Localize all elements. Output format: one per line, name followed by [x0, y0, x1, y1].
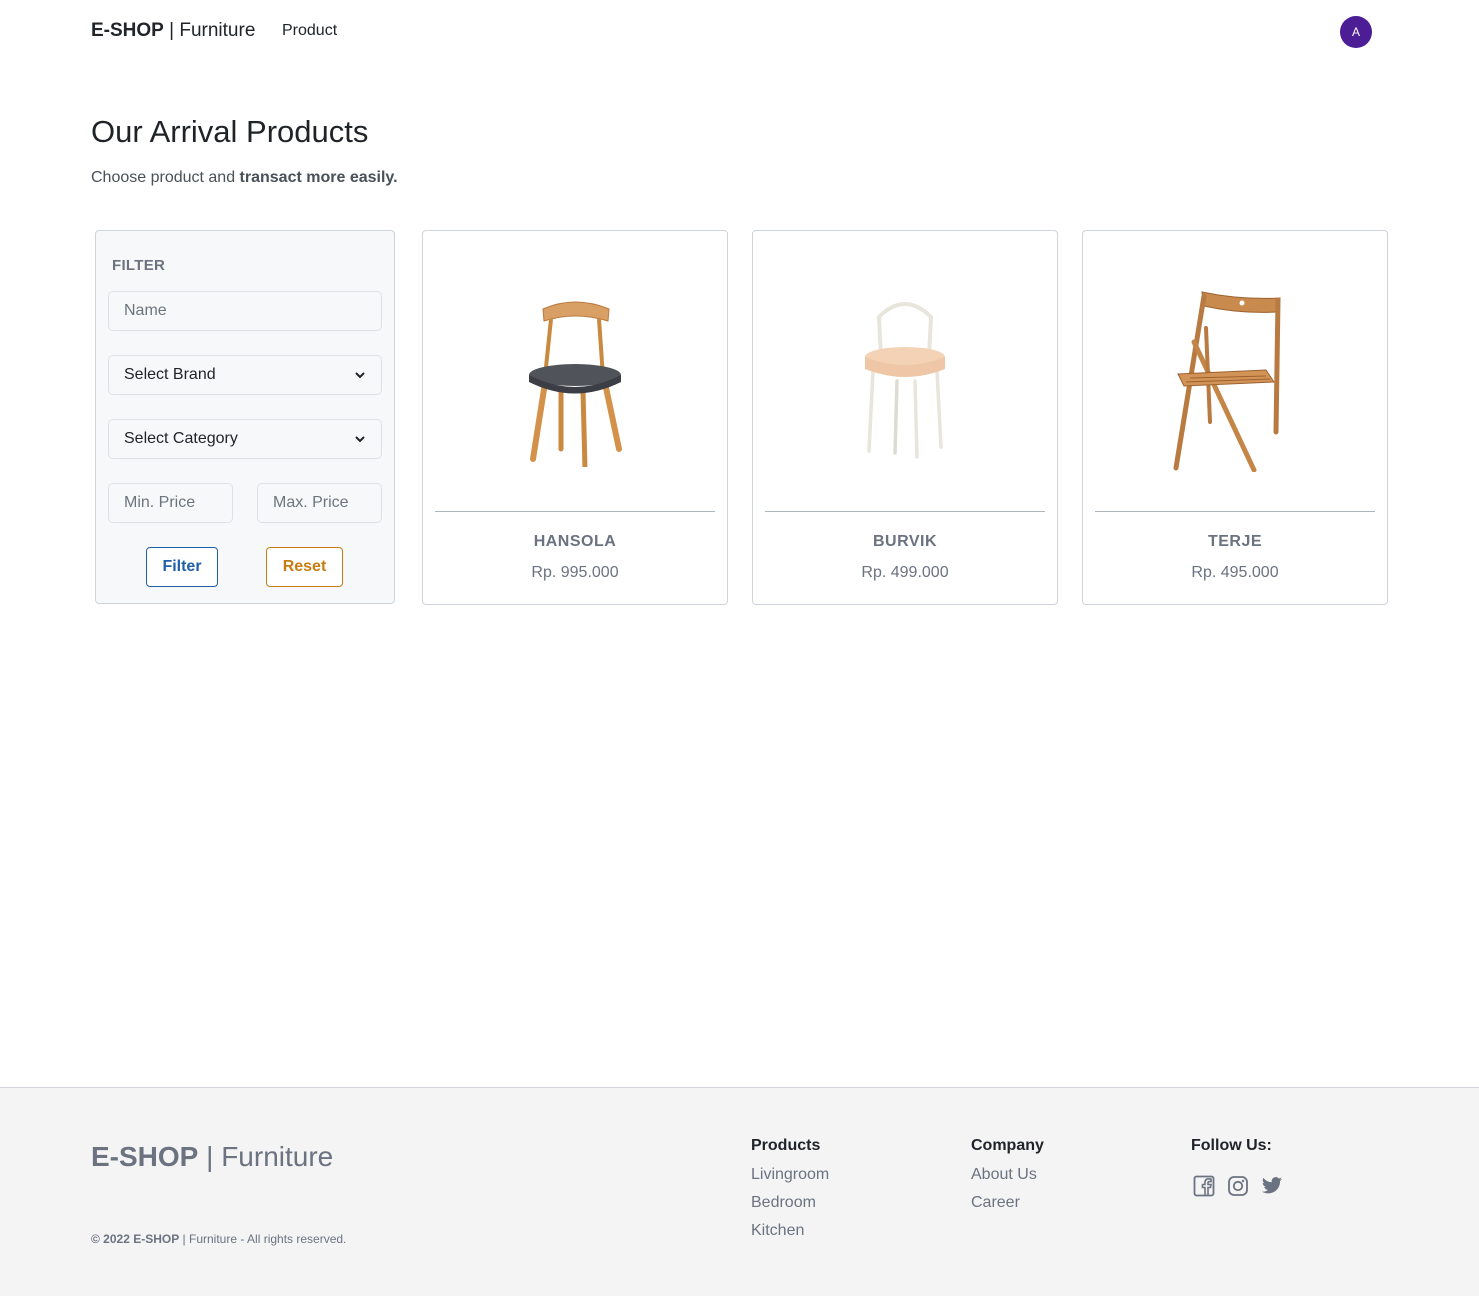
nav-link-product[interactable]: Product [282, 22, 337, 40]
twitter-icon[interactable] [1260, 1174, 1283, 1197]
footer: E-SHOP | Furniture © 2022 E-SHOP | Furni… [0, 1087, 1479, 1296]
category-select-value: Select Category [124, 430, 238, 447]
brand-tagline: | Furniture [163, 20, 256, 41]
brand-name: E-SHOP [91, 20, 164, 41]
footer-company-column: Company About Us Career [971, 1137, 1044, 1217]
product-image [765, 243, 1045, 511]
copyright-owner: © 2022 E-SHOP [91, 1232, 180, 1246]
footer-products-heading: Products [751, 1137, 821, 1154]
footer-follow-column: Follow Us: [1191, 1137, 1272, 1161]
footer-link-about-us[interactable]: About Us [971, 1161, 1044, 1189]
footer-brand-name: E-SHOP [91, 1141, 199, 1172]
facebook-icon[interactable] [1192, 1174, 1215, 1197]
filter-title: FILTER [112, 257, 166, 274]
product-name: BURVIK [872, 533, 938, 550]
footer-brand: E-SHOP | Furniture [91, 1141, 333, 1173]
product-price: Rp. 995.000 [531, 564, 619, 581]
footer-link-bedroom[interactable]: Bedroom [751, 1189, 829, 1217]
category-select[interactable]: Select Category [108, 419, 382, 459]
product-card-hansola[interactable]: HANSOLA Rp. 995.000 [422, 230, 728, 605]
user-avatar[interactable]: A [1340, 16, 1372, 48]
product-name: TERJE [1207, 533, 1263, 550]
filter-panel: FILTER Select Brand Select Category Filt… [95, 230, 395, 604]
card-divider [765, 511, 1045, 512]
footer-brand-tagline: | Furniture [198, 1141, 334, 1172]
max-price-input[interactable] [257, 483, 382, 523]
chevron-down-icon [355, 372, 365, 378]
product-card-terje[interactable]: TERJE Rp. 495.000 [1082, 230, 1388, 605]
copyright-text: | Furniture - All rights reserved. [179, 1232, 347, 1246]
product-image [1095, 243, 1375, 511]
brand-select-value: Select Brand [124, 366, 216, 383]
filter-button[interactable]: Filter [146, 547, 218, 587]
product-name: HANSOLA [533, 533, 617, 550]
product-price: Rp. 499.000 [861, 564, 949, 581]
min-price-input[interactable] [108, 483, 233, 523]
brand-select[interactable]: Select Brand [108, 355, 382, 395]
navbar: E-SHOP | Furniture Product A [0, 0, 1479, 64]
side-table-image [865, 302, 945, 459]
social-links [1192, 1174, 1283, 1197]
card-divider [1095, 511, 1375, 512]
subtitle-text: Choose product and [91, 169, 240, 186]
folding-chair-image [1173, 291, 1281, 472]
subtitle-emphasis: transact more easily. [239, 169, 398, 186]
chevron-down-icon [355, 436, 365, 442]
footer-follow-heading: Follow Us: [1191, 1137, 1272, 1154]
product-card-burvik[interactable]: BURVIK Rp. 499.000 [752, 230, 1058, 605]
product-image [435, 243, 715, 511]
footer-copyright: © 2022 E-SHOP | Furniture - All rights r… [91, 1232, 346, 1246]
page-subtitle: Choose product and transact more easily. [91, 169, 398, 187]
reset-button[interactable]: Reset [266, 547, 343, 587]
brand-logo[interactable]: E-SHOP | Furniture [91, 20, 255, 42]
footer-company-heading: Company [971, 1137, 1044, 1154]
dining-chair-image [529, 301, 622, 467]
instagram-icon[interactable] [1226, 1174, 1249, 1197]
footer-link-kitchen[interactable]: Kitchen [751, 1217, 829, 1245]
name-input[interactable] [108, 291, 382, 331]
footer-link-career[interactable]: Career [971, 1189, 1044, 1217]
page-title: Our Arrival Products [91, 114, 369, 149]
footer-link-livingroom[interactable]: Livingroom [751, 1161, 829, 1189]
footer-products-column: Products Livingroom Bedroom Kitchen [751, 1137, 829, 1245]
product-price: Rp. 495.000 [1191, 564, 1279, 581]
card-divider [435, 511, 715, 512]
